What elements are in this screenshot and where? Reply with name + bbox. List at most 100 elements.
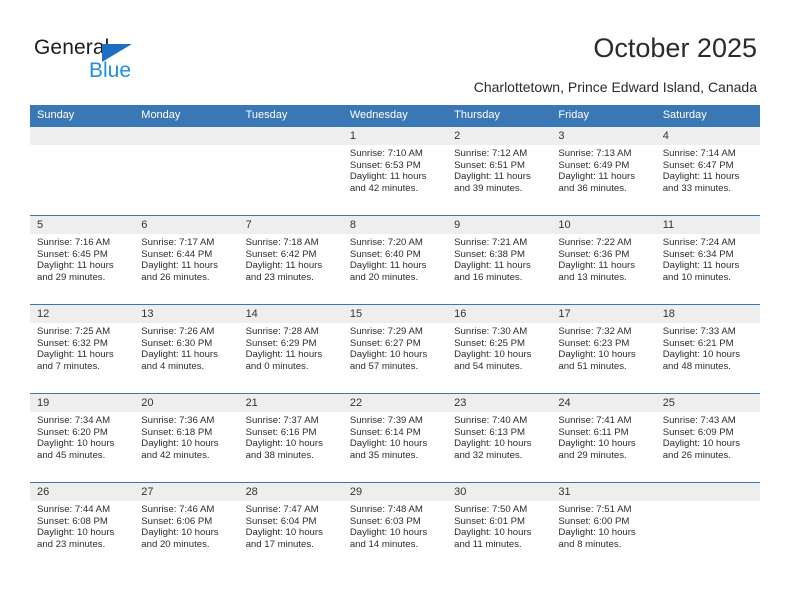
- calendar-day-cell[interactable]: 10 Sunrise: 7:22 AM Sunset: 6:36 PM Dayligh…: [551, 215, 656, 305]
- calendar-day-cell[interactable]: 27 Sunrise: 7:46 AM Sunset: 6:06 PM Dayligh…: [134, 482, 239, 572]
- day-details: [30, 145, 134, 148]
- sunrise-text: Sunrise: 7:13 AM: [558, 148, 632, 159]
- daylight-text: Daylight: 10 hours: [349, 349, 428, 361]
- general-blue-logo: General Blue: [34, 36, 224, 84]
- day-details: Sunrise: 7:24 AM Sunset: 6:34 PM Daylight:…: [656, 234, 760, 283]
- day-number: 25: [655, 394, 760, 412]
- calendar-day-cell[interactable]: 16 Sunrise: 7:30 AM Sunset: 6:25 PM Dayligh…: [447, 304, 552, 394]
- day-number: [30, 127, 135, 145]
- sunrise-text: Sunrise: 7:10 AM: [349, 148, 423, 159]
- day-details: Sunrise: 7:50 AM Sunset: 6:01 PM Daylight:…: [447, 501, 551, 550]
- sunset-text: Sunset: 6:51 PM: [454, 159, 526, 171]
- daylight-text: Daylight: 10 hours: [349, 527, 428, 539]
- calendar-day-cell[interactable]: 21 Sunrise: 7:37 AM Sunset: 6:16 PM Dayligh…: [238, 393, 343, 483]
- calendar-day-cell[interactable]: 29 Sunrise: 7:48 AM Sunset: 6:03 PM Dayligh…: [342, 482, 448, 572]
- day-number: 31: [551, 483, 656, 501]
- daylight-text: and 23 minutes.: [245, 271, 314, 283]
- daylight-text: Daylight: 11 hours: [349, 260, 427, 272]
- day-details: Sunrise: 7:46 AM Sunset: 6:06 PM Daylight:…: [134, 501, 238, 550]
- daylight-text: and 35 minutes.: [349, 449, 419, 461]
- daylight-text: Daylight: 10 hours: [37, 527, 115, 539]
- calendar-day-cell[interactable]: 30 Sunrise: 7:50 AM Sunset: 6:01 PM Dayligh…: [447, 482, 552, 572]
- daylight-text: Daylight: 11 hours: [349, 171, 427, 183]
- day-details: Sunrise: 7:20 AM Sunset: 6:40 PM Daylight:…: [343, 234, 447, 283]
- calendar-day-cell[interactable]: 12 Sunrise: 7:25 AM Sunset: 6:32 PM Dayligh…: [30, 304, 135, 394]
- calendar-day-cell[interactable]: 20 Sunrise: 7:36 AM Sunset: 6:18 PM Dayligh…: [134, 393, 239, 483]
- calendar-day-cell[interactable]: 14 Sunrise: 7:28 AM Sunset: 6:29 PM Dayligh…: [238, 304, 343, 394]
- day-details: Sunrise: 7:17 AM Sunset: 6:44 PM Daylight:…: [134, 234, 238, 283]
- logo-text-general: General: [34, 36, 110, 59]
- sunset-text: Sunset: 6:23 PM: [558, 337, 630, 349]
- calendar-day-cell[interactable]: 7 Sunrise: 7:18 AM Sunset: 6:42 PM Daylight…: [238, 215, 343, 305]
- calendar-page: General Blue October 2025 Charlottetown,…: [0, 0, 792, 612]
- calendar-day-cell[interactable]: 28 Sunrise: 7:47 AM Sunset: 6:04 PM Dayligh…: [238, 482, 343, 572]
- sunset-text: Sunset: 6:30 PM: [141, 337, 213, 349]
- calendar-day-cell[interactable]: 22 Sunrise: 7:39 AM Sunset: 6:14 PM Dayligh…: [342, 393, 448, 483]
- calendar-day-cell[interactable]: 13 Sunrise: 7:26 AM Sunset: 6:30 PM Dayligh…: [134, 304, 239, 394]
- calendar-day-cell[interactable]: 15 Sunrise: 7:29 AM Sunset: 6:27 PM Dayligh…: [342, 304, 448, 394]
- sunrise-text: Sunrise: 7:26 AM: [141, 326, 215, 337]
- sunset-text: Sunset: 6:01 PM: [454, 515, 526, 527]
- calendar-week-row: 1 Sunrise: 7:10 AM Sunset: 6:53 PM Daylight…: [30, 126, 760, 216]
- day-number: 8: [342, 216, 448, 234]
- daylight-text: Daylight: 11 hours: [662, 171, 740, 183]
- calendar-week-row: 12 Sunrise: 7:25 AM Sunset: 6:32 PM Dayligh…: [30, 304, 760, 394]
- daylight-text: Daylight: 10 hours: [558, 438, 636, 450]
- calendar-day-cell[interactable]: 26 Sunrise: 7:44 AM Sunset: 6:08 PM Dayligh…: [30, 482, 135, 572]
- calendar-day-cell[interactable]: 11 Sunrise: 7:24 AM Sunset: 6:34 PM Dayligh…: [655, 215, 760, 305]
- sunrise-text: Sunrise: 7:40 AM: [454, 415, 528, 426]
- daylight-text: and 29 minutes.: [558, 449, 627, 461]
- calendar-day-cell[interactable]: 9 Sunrise: 7:21 AM Sunset: 6:38 PM Daylight…: [447, 215, 552, 305]
- sunset-text: Sunset: 6:14 PM: [349, 426, 421, 438]
- calendar-day-cell[interactable]: 3 Sunrise: 7:13 AM Sunset: 6:49 PM Daylight…: [551, 126, 656, 216]
- weekday-header-monday: Monday: [134, 105, 239, 127]
- calendar-day-cell[interactable]: 25 Sunrise: 7:43 AM Sunset: 6:09 PM Dayligh…: [655, 393, 760, 483]
- day-details: [239, 145, 343, 148]
- day-number: 13: [134, 305, 239, 323]
- day-number: 28: [238, 483, 343, 501]
- weekday-header-wednesday: Wednesday: [342, 105, 448, 127]
- day-details: Sunrise: 7:21 AM Sunset: 6:38 PM Daylight:…: [447, 234, 551, 283]
- daylight-text: and 4 minutes.: [141, 360, 205, 372]
- day-number: [238, 127, 343, 145]
- sunrise-text: Sunrise: 7:28 AM: [245, 326, 319, 337]
- calendar-day-cell[interactable]: 18 Sunrise: 7:33 AM Sunset: 6:21 PM Dayligh…: [655, 304, 760, 394]
- sunrise-text: Sunrise: 7:21 AM: [454, 237, 528, 248]
- calendar-day-cell[interactable]: 19 Sunrise: 7:34 AM Sunset: 6:20 PM Dayligh…: [30, 393, 135, 483]
- day-details: Sunrise: 7:44 AM Sunset: 6:08 PM Daylight:…: [30, 501, 134, 550]
- sunrise-text: Sunrise: 7:24 AM: [662, 237, 736, 248]
- daylight-text: Daylight: 10 hours: [558, 527, 636, 539]
- day-details: Sunrise: 7:13 AM Sunset: 6:49 PM Daylight:…: [551, 145, 655, 194]
- day-number: 27: [134, 483, 239, 501]
- calendar-day-cell[interactable]: 23 Sunrise: 7:40 AM Sunset: 6:13 PM Dayligh…: [447, 393, 552, 483]
- sunset-text: Sunset: 6:08 PM: [37, 515, 108, 527]
- calendar-day-cell[interactable]: 6 Sunrise: 7:17 AM Sunset: 6:44 PM Daylight…: [134, 215, 239, 305]
- daylight-text: and 42 minutes.: [141, 449, 210, 461]
- day-details: Sunrise: 7:34 AM Sunset: 6:20 PM Daylight:…: [30, 412, 134, 461]
- day-number: 21: [238, 394, 343, 412]
- sunset-text: Sunset: 6:18 PM: [141, 426, 213, 438]
- day-details: Sunrise: 7:29 AM Sunset: 6:27 PM Daylight:…: [343, 323, 447, 372]
- daylight-text: and 45 minutes.: [37, 449, 106, 461]
- calendar-day-cell[interactable]: 2 Sunrise: 7:12 AM Sunset: 6:51 PM Daylight…: [447, 126, 552, 216]
- daylight-text: and 11 minutes.: [454, 538, 522, 550]
- day-details: Sunrise: 7:40 AM Sunset: 6:13 PM Daylight:…: [447, 412, 551, 461]
- daylight-text: and 29 minutes.: [37, 271, 106, 283]
- weekday-header-saturday: Saturday: [655, 105, 760, 127]
- day-details: Sunrise: 7:39 AM Sunset: 6:14 PM Daylight:…: [343, 412, 447, 461]
- day-number: 14: [238, 305, 343, 323]
- calendar-day-cell[interactable]: 8 Sunrise: 7:20 AM Sunset: 6:40 PM Daylight…: [342, 215, 448, 305]
- calendar-day-cell[interactable]: 4 Sunrise: 7:14 AM Sunset: 6:47 PM Daylight…: [655, 126, 760, 216]
- calendar-day-cell[interactable]: 1 Sunrise: 7:10 AM Sunset: 6:53 PM Daylight…: [342, 126, 448, 216]
- daylight-text: Daylight: 11 hours: [37, 260, 114, 272]
- sunrise-text: Sunrise: 7:47 AM: [245, 504, 319, 515]
- daylight-text: and 26 minutes.: [662, 449, 731, 461]
- calendar-day-cell[interactable]: 5 Sunrise: 7:16 AM Sunset: 6:45 PM Daylight…: [30, 215, 135, 305]
- day-number: 3: [551, 127, 656, 145]
- calendar-day-cell[interactable]: 31 Sunrise: 7:51 AM Sunset: 6:00 PM Dayligh…: [551, 482, 656, 572]
- calendar-day-cell[interactable]: 17 Sunrise: 7:32 AM Sunset: 6:23 PM Dayligh…: [551, 304, 656, 394]
- sunrise-text: Sunrise: 7:43 AM: [662, 415, 736, 426]
- day-number: 18: [655, 305, 760, 323]
- calendar-day-cell[interactable]: 24 Sunrise: 7:41 AM Sunset: 6:11 PM Dayligh…: [551, 393, 656, 483]
- weekday-header-friday: Friday: [551, 105, 656, 127]
